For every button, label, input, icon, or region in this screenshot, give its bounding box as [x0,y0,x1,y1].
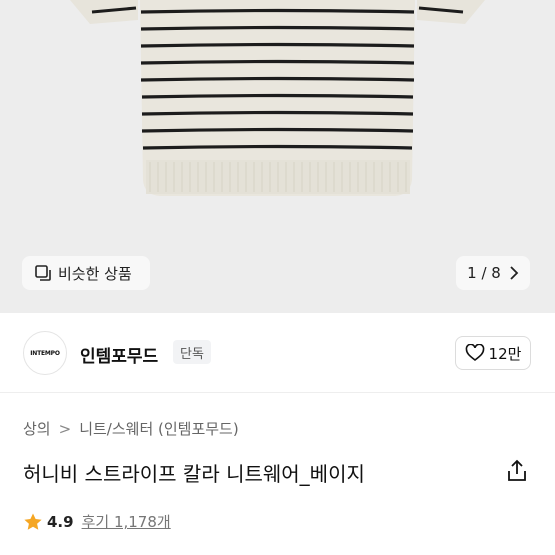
brand-row: INTEMPO 인템포무드 단독 12만 [0,313,555,393]
heart-icon [465,344,484,362]
similar-items-icon [35,265,51,281]
like-button[interactable]: 12만 [455,336,531,370]
similar-products-label: 비슷한 상품 [58,264,132,283]
chevron-right-icon [510,266,519,280]
star-icon [24,513,42,530]
breadcrumb-category[interactable]: 상의 [23,418,51,439]
share-icon[interactable] [506,459,528,483]
similar-products-button[interactable]: 비슷한 상품 [22,256,150,290]
image-page-indicator[interactable]: 1 / 8 [456,256,530,290]
like-count: 12만 [488,344,522,363]
breadcrumb-subcategory[interactable]: 니트/스웨터 (인템포무드) [79,418,239,439]
rating-row: 4.9 후기 1,178개 [23,511,171,532]
breadcrumb-separator: > [58,419,72,438]
brand-name[interactable]: 인템포무드 [80,342,158,367]
brand-logo-text: INTEMPO [30,349,60,357]
brand-logo[interactable]: INTEMPO [23,331,67,375]
breadcrumb: 상의 > 니트/스웨터 (인템포무드) [23,418,239,439]
exclusive-badge: 단독 [173,340,211,364]
review-count-link[interactable]: 후기 1,178개 [82,511,171,532]
product-title: 허니비 스트라이프 칼라 니트웨어_베이지 [23,462,365,486]
rating-value: 4.9 [47,512,74,531]
product-image[interactable]: 비슷한 상품 1 / 8 [0,0,555,313]
page-indicator-text: 1 / 8 [467,264,501,282]
